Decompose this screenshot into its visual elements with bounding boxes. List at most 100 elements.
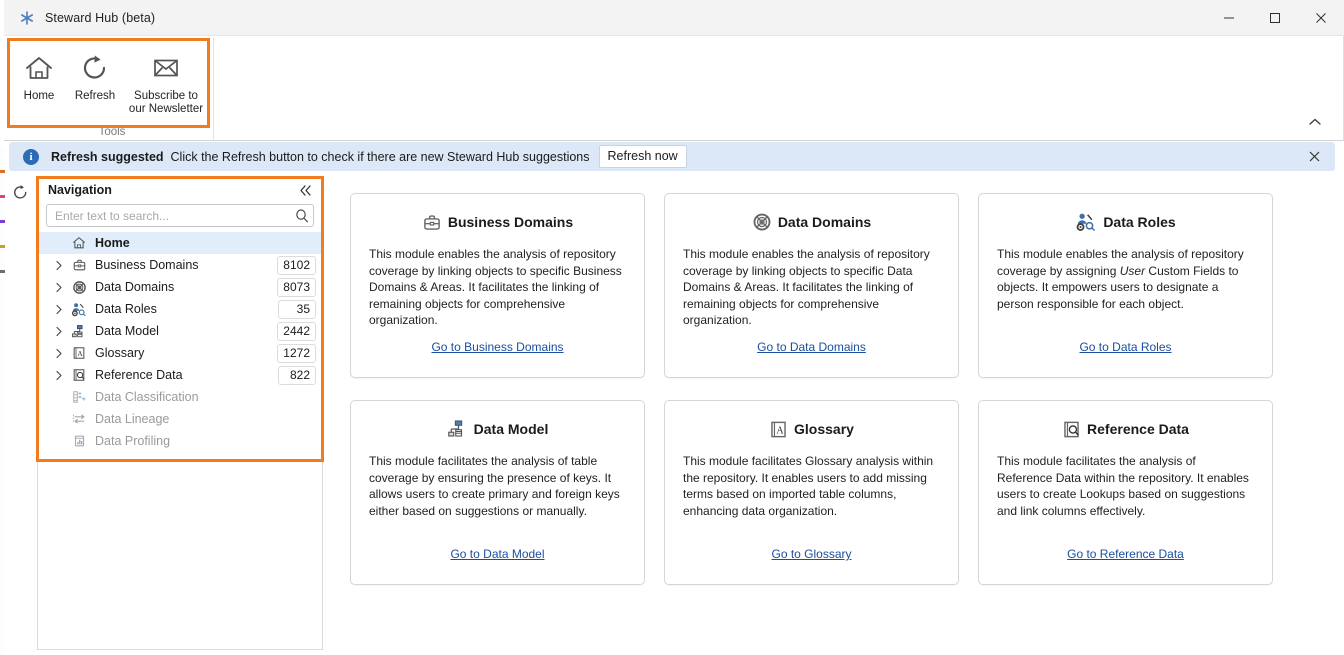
card-header: Data Model [369,417,626,441]
go-to-reference-data-link[interactable]: Go to Reference Data [1067,547,1184,561]
ribbon-toolbar: Home Refresh Subscribe to our Newsletter… [4,36,1344,141]
profiling-icon [68,434,90,448]
card-description: This module enables the analysis of repo… [369,247,622,327]
search-icon[interactable] [291,205,313,226]
card-header: A Glossary [683,417,940,441]
collapse-panel-icon[interactable] [296,181,314,199]
card-link-wrap: Go to Business Domains [351,338,644,356]
close-button[interactable] [1298,0,1344,36]
ribbon-group-tools: Home Refresh Subscribe to our Newsletter… [11,38,214,140]
card-description: This module enables the analysis of repo… [683,247,930,327]
window-controls [1206,0,1344,36]
refresh-now-button[interactable]: Refresh now [598,145,687,168]
search-box[interactable] [46,204,314,227]
chevron-right-icon[interactable] [50,348,68,359]
card-link-wrap: Go to Data Roles [979,338,1272,356]
card-business-domains[interactable]: Business Domains This module enables the… [350,193,645,378]
home-icon [13,50,65,86]
ribbon-button-home[interactable]: Home [11,44,67,107]
card-data-roles[interactable]: Data Roles This module enables the analy… [978,193,1273,378]
card-title: Data Roles [1103,214,1176,230]
sidebar-item-glossary[interactable]: A Glossary 1272 [38,342,322,364]
sidebar-item-label: Business Domains [95,258,199,272]
chevron-right-icon[interactable] [50,326,68,337]
ribbon-collapse-chevron-up-icon[interactable] [1305,112,1325,132]
notification-close-icon[interactable] [1305,148,1323,166]
svg-text:A: A [776,425,784,436]
data-model-icon [68,324,90,339]
sidebar-item-label: Data Lineage [95,412,170,426]
sidebar-item-count: 8073 [277,277,316,297]
card-description: This module enables the analysis of repo… [997,246,1254,312]
chevron-right-icon[interactable] [50,370,68,381]
card-link-wrap: Go to Data Domains [665,338,958,356]
refresh-icon [69,50,121,86]
ribbon-button-refresh-label: Refresh [74,90,116,102]
sidebar-item-reference-data[interactable]: Reference Data 822 [38,364,322,386]
glossary-icon: A [769,420,788,439]
sidebar-item-count: 822 [278,365,316,385]
card-link-wrap: Go to Glossary [665,545,958,563]
module-cards-grid: Business Domains This module enables the… [350,193,1280,585]
sidebar-item-count: 35 [278,299,316,319]
reference-data-icon [1062,420,1081,439]
card-title: Glossary [794,421,854,437]
user-gear-icon [68,302,90,317]
minimize-button[interactable] [1206,0,1252,36]
sidebar-item-data-classification[interactable]: Data Classification [38,386,322,408]
card-title: Business Domains [447,214,574,230]
card-link-wrap: Go to Reference Data [979,545,1272,563]
sidebar-item-count: 8102 [277,255,316,275]
card-glossary[interactable]: A Glossary This module facilitates Gloss… [664,400,959,585]
info-icon: i [23,148,39,165]
search-input[interactable] [47,208,291,223]
sidebar-item-count: 1272 [277,343,316,363]
go-to-data-model-link[interactable]: Go to Data Model [450,547,544,561]
sidebar-item-label: Data Roles [95,302,157,316]
sidebar-item-label: Data Domains [95,280,175,294]
maximize-button[interactable] [1252,0,1298,36]
card-data-model[interactable]: Data Model This module facilitates the a… [350,400,645,585]
sidebar-item-home[interactable]: Home [38,232,322,254]
go-to-business-domains-link[interactable]: Go to Business Domains [431,340,563,354]
card-header: Data Roles [997,210,1254,234]
ribbon-button-subscribe-label: Subscribe to our Newsletter [128,90,204,115]
panel-refresh-icon[interactable] [10,182,30,202]
card-reference-data[interactable]: Reference Data This module facilitates t… [978,400,1273,585]
sidebar-item-data-domains[interactable]: Data Domains 8073 [38,276,322,298]
svg-text:A: A [77,349,83,358]
window-title: Steward Hub (beta) [45,10,156,25]
card-header: Data Domains [683,210,940,234]
go-to-data-domains-link[interactable]: Go to Data Domains [757,340,866,354]
go-to-data-roles-link[interactable]: Go to Data Roles [1079,340,1171,354]
sidebar-item-label: Data Model [95,324,159,338]
card-header: Business Domains [369,210,626,234]
reference-data-icon [68,368,90,382]
briefcase-icon [68,258,90,272]
sidebar-item-data-profiling[interactable]: Data Profiling [38,430,322,452]
chevron-right-icon[interactable] [50,282,68,293]
sidebar-item-data-lineage[interactable]: Data Lineage [38,408,322,430]
ribbon-group-title: Tools [98,126,126,138]
briefcase-icon [422,213,442,232]
glossary-icon: A [68,346,90,360]
chevron-right-icon[interactable] [50,260,68,271]
sidebar-item-label: Home [95,236,130,250]
data-model-icon [447,419,468,439]
chevron-right-icon[interactable] [50,304,68,315]
navigation-tree: Home Business Domains 8102 Data Domains … [38,232,322,452]
card-link-wrap: Go to Data Model [351,545,644,563]
sidebar-item-business-domains[interactable]: Business Domains 8102 [38,254,322,276]
card-data-domains[interactable]: Data Domains This module enables the ana… [664,193,959,378]
title-bar: Steward Hub (beta) [4,0,1344,36]
ribbon-button-home-label: Home [23,90,55,102]
globe-grid-icon [68,280,90,295]
sidebar-item-data-model[interactable]: Data Model 2442 [38,320,322,342]
sidebar-item-data-roles[interactable]: Data Roles 35 [38,298,322,320]
ribbon-inner: Home Refresh Subscribe to our Newsletter… [4,36,1344,140]
go-to-glossary-link[interactable]: Go to Glossary [771,547,851,561]
ribbon-button-subscribe[interactable]: Subscribe to our Newsletter [123,44,209,120]
envelope-icon [125,50,207,86]
ribbon-button-refresh[interactable]: Refresh [67,44,123,107]
lineage-icon [68,412,90,426]
